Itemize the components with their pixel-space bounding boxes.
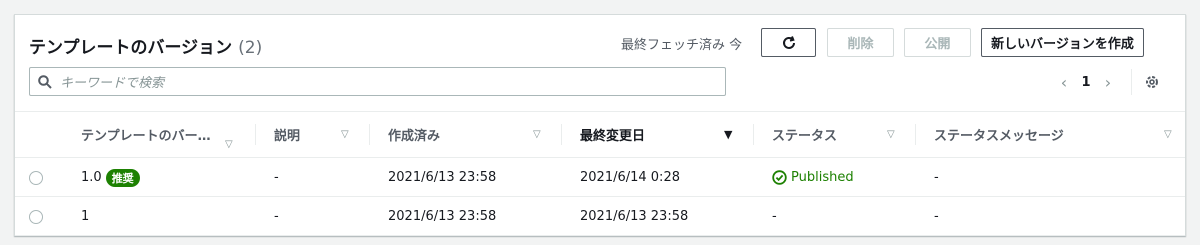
row-select-radio[interactable] xyxy=(29,171,43,185)
column-header-description[interactable]: 説明 xyxy=(274,112,300,157)
status-cell: Published xyxy=(772,158,854,197)
table-row[interactable]: 1 - 2021/6/13 23:58 2021/6/13 23:58 - - xyxy=(15,197,1185,236)
column-header-created[interactable]: 作成済み xyxy=(388,112,440,157)
column-divider xyxy=(561,124,562,145)
column-header-modified[interactable]: 最終変更日 xyxy=(580,112,645,157)
created-cell: 2021/6/13 23:58 xyxy=(388,209,497,224)
status-text: Published xyxy=(791,170,854,185)
sort-active-icon[interactable]: ▼ xyxy=(724,112,732,157)
publish-button[interactable]: 公開 xyxy=(904,28,971,57)
description-cell: - xyxy=(274,170,279,185)
modified-cell: 2021/6/14 0:28 xyxy=(580,170,680,185)
created-cell: 2021/6/13 23:58 xyxy=(388,170,497,185)
column-divider xyxy=(753,124,754,145)
column-header-version[interactable]: テンプレートのバー… xyxy=(81,112,211,157)
sort-icon[interactable]: ▽ xyxy=(1164,112,1172,157)
column-header-status[interactable]: ステータス xyxy=(772,112,837,157)
refresh-button[interactable] xyxy=(761,28,816,57)
current-page-number[interactable]: 1 xyxy=(1075,75,1097,90)
template-versions-panel: テンプレートのバージョン (2) 最終フェッチ済み 今 削除 公開 新しいバージョ… xyxy=(14,14,1186,236)
modified-cell: 2021/6/13 23:58 xyxy=(580,209,689,224)
sort-icon[interactable]: ▽ xyxy=(887,112,895,157)
title-text: テンプレートのバージョン xyxy=(29,38,233,58)
page-title: テンプレートのバージョン (2) xyxy=(29,33,262,58)
column-divider xyxy=(369,124,370,145)
table-header: テンプレートのバー… ▽ 説明 ▽ 作成済み ▽ 最終変更日 ▼ ステータス ▽… xyxy=(15,111,1185,158)
version-cell: 1.0 推奨 xyxy=(81,158,140,197)
previous-page-icon[interactable]: ‹ xyxy=(1053,73,1075,92)
delete-button[interactable]: 削除 xyxy=(827,28,894,57)
versions-table: テンプレートのバー… ▽ 説明 ▽ 作成済み ▽ 最終変更日 ▼ ステータス ▽… xyxy=(15,111,1185,236)
status-message-cell: - xyxy=(934,209,939,224)
table-row[interactable]: 1.0 推奨 - 2021/6/13 23:58 2021/6/14 0:28 … xyxy=(15,158,1185,197)
search-icon xyxy=(38,74,52,89)
version-cell: 1 xyxy=(81,209,90,224)
search-input[interactable]: キーワードで検索 xyxy=(29,67,726,96)
column-header-status-message[interactable]: ステータスメッセージ xyxy=(934,112,1064,157)
check-circle-icon xyxy=(772,170,787,185)
column-divider xyxy=(255,124,256,145)
description-cell: - xyxy=(274,209,279,224)
search-placeholder: キーワードで検索 xyxy=(60,76,165,91)
last-fetch-status: 最終フェッチ済み 今 xyxy=(621,38,743,53)
panel-header: テンプレートのバージョン (2) 最終フェッチ済み 今 削除 公開 新しいバージョ… xyxy=(15,15,1185,111)
create-version-button[interactable]: 新しいバージョンを作成 xyxy=(981,28,1144,57)
gear-icon[interactable] xyxy=(1144,74,1160,90)
recommended-badge: 推奨 xyxy=(105,168,140,187)
next-page-icon[interactable]: › xyxy=(1097,73,1119,92)
pagination: ‹ 1 › xyxy=(1053,69,1160,95)
sort-icon[interactable]: ▽ xyxy=(533,112,541,157)
sort-icon[interactable]: ▽ xyxy=(341,112,349,157)
column-divider xyxy=(915,124,916,145)
version-count: (2) xyxy=(238,38,263,58)
version-value: 1.0 xyxy=(81,170,102,185)
status-cell: - xyxy=(772,209,777,224)
refresh-icon xyxy=(782,35,795,49)
pager-divider xyxy=(1131,69,1132,95)
status-message-cell: - xyxy=(934,170,939,185)
row-select-radio[interactable] xyxy=(29,210,43,224)
